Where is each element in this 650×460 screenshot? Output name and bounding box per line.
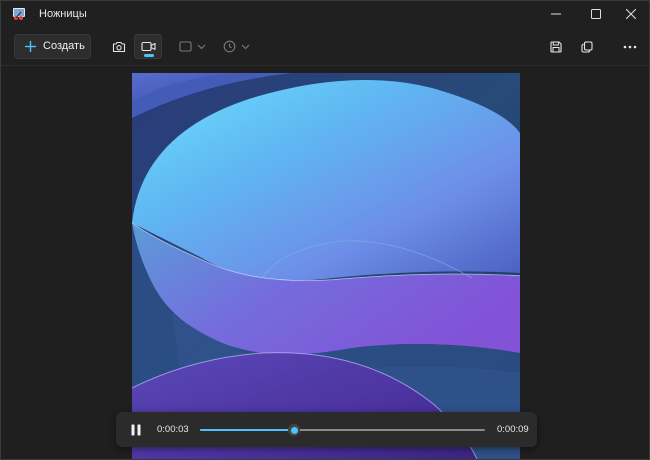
- selected-mode-indicator: [144, 54, 154, 57]
- video-preview: [132, 73, 520, 459]
- copy-icon: [581, 40, 593, 53]
- toolbar: Создать: [1, 27, 649, 66]
- pause-icon: [131, 424, 141, 436]
- seek-bar[interactable]: [200, 424, 485, 436]
- copy-button[interactable]: [573, 34, 601, 59]
- chevron-down-icon: [197, 44, 206, 49]
- current-time: 0:00:03: [157, 424, 189, 435]
- total-time: 0:00:09: [497, 424, 529, 435]
- save-button[interactable]: [542, 34, 570, 59]
- video-camera-icon: [140, 41, 156, 52]
- close-button[interactable]: [611, 1, 649, 27]
- close-icon: [626, 9, 636, 19]
- minimize-button[interactable]: [536, 1, 576, 27]
- maximize-icon: [591, 9, 601, 19]
- more-options-button[interactable]: [616, 34, 644, 59]
- plus-icon: [25, 41, 36, 52]
- create-label: Создать: [43, 40, 85, 52]
- rectangle-icon: [179, 41, 192, 52]
- timer-dropdown[interactable]: [223, 34, 255, 59]
- window-title: Ножницы: [39, 8, 87, 20]
- content-area: [1, 66, 649, 459]
- seek-bar-progress: [200, 429, 295, 431]
- snipping-tool-icon: [13, 8, 25, 20]
- chevron-down-icon: [241, 44, 250, 49]
- seek-bar-thumb[interactable]: [288, 424, 301, 436]
- snipping-tool-window: Ножницы Создать 0:00:03 0:00:09: [0, 0, 650, 460]
- pause-button[interactable]: [126, 420, 146, 440]
- camera-icon: [112, 41, 126, 52]
- video-player-controls: 0:00:03 0:00:09: [116, 412, 537, 447]
- maximize-button[interactable]: [576, 1, 616, 27]
- clock-icon: [223, 40, 236, 53]
- video-mode-button[interactable]: [134, 34, 162, 59]
- create-button[interactable]: Создать: [14, 34, 91, 59]
- minimize-icon: [551, 13, 561, 15]
- capture-mode-group: [105, 34, 163, 59]
- save-icon: [550, 40, 562, 53]
- title-bar: Ножницы: [1, 1, 649, 27]
- snip-shape-dropdown[interactable]: [179, 34, 211, 59]
- screenshot-mode-button[interactable]: [105, 34, 133, 59]
- wallpaper-image: [132, 73, 520, 459]
- more-icon: [623, 45, 637, 48]
